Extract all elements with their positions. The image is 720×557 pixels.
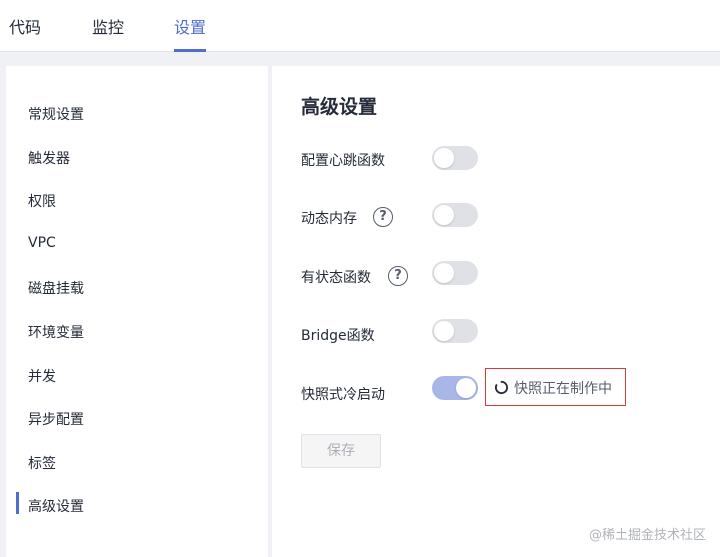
watermark: @稀土掘金技术社区 <box>588 528 706 543</box>
toggle-knob <box>434 148 454 168</box>
dynamic-memory-help-icon[interactable]: ? <box>373 207 393 227</box>
sidebar-item-triggers[interactable]: 触发器 <box>28 148 70 168</box>
snapshot-cold-start-toggle[interactable] <box>432 376 478 400</box>
bridge-function-toggle[interactable] <box>432 319 478 343</box>
dynamic-memory-label: 动态内存 <box>301 211 357 227</box>
top-tab-bar: 代码 监控 设置 <box>0 0 720 52</box>
loading-spinner-icon <box>494 380 509 395</box>
snapshot-status-text: 快照正在制作中 <box>514 381 612 397</box>
sidebar-item-general[interactable]: 常规设置 <box>28 104 84 124</box>
heartbeat-function-toggle[interactable] <box>432 146 478 170</box>
sidebar-active-indicator <box>16 492 19 514</box>
sidebar-item-async-config[interactable]: 异步配置 <box>28 409 84 429</box>
sidebar-item-advanced[interactable]: 高级设置 <box>28 496 84 516</box>
bridge-function-label: Bridge函数 <box>301 328 375 344</box>
toggle-knob <box>434 263 454 283</box>
heartbeat-function-label: 配置心跳函数 <box>301 153 385 169</box>
sidebar-item-disk-mount[interactable]: 磁盘挂载 <box>28 278 84 298</box>
sidebar-item-permissions[interactable]: 权限 <box>28 191 56 211</box>
dynamic-memory-toggle[interactable] <box>432 203 478 227</box>
toggle-knob <box>434 205 454 225</box>
sidebar-item-tags[interactable]: 标签 <box>28 453 56 473</box>
sidebar-item-env-vars[interactable]: 环境变量 <box>28 322 84 342</box>
tab-settings[interactable]: 设置 <box>174 0 207 52</box>
stateful-function-help-icon[interactable]: ? <box>388 266 408 286</box>
toggle-knob <box>456 378 476 398</box>
save-button[interactable]: 保存 <box>301 434 381 468</box>
stateful-function-toggle[interactable] <box>432 261 478 285</box>
settings-sidebar: 常规设置 触发器 权限 VPC 磁盘挂载 环境变量 并发 异步配置 标签 高级设… <box>6 66 268 557</box>
snapshot-cold-start-label: 快照式冷启动 <box>301 387 385 403</box>
advanced-settings-panel: 高级设置 配置心跳函数 动态内存 ? 有状态函数 ? Bridge函数 快照式冷… <box>272 66 720 557</box>
tab-monitor[interactable]: 监控 <box>92 0 124 52</box>
sidebar-item-concurrency[interactable]: 并发 <box>28 366 56 386</box>
toggle-knob <box>434 321 454 341</box>
stateful-function-label: 有状态函数 <box>301 270 371 286</box>
page-title: 高级设置 <box>301 96 378 118</box>
tab-code[interactable]: 代码 <box>9 0 41 52</box>
snapshot-status-box: 快照正在制作中 <box>485 368 626 406</box>
sidebar-item-vpc[interactable]: VPC <box>28 235 56 251</box>
